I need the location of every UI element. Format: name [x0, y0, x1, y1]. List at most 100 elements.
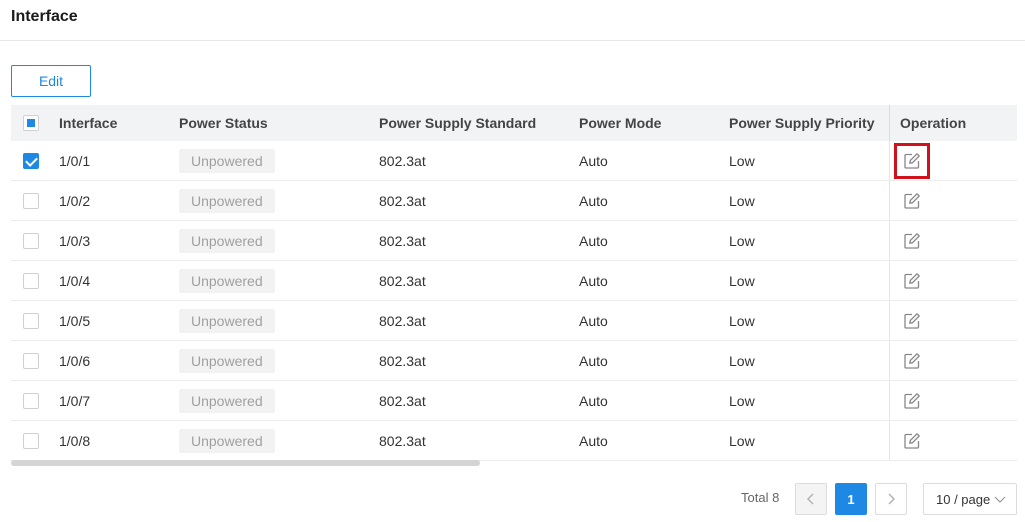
status-badge: Unpowered [179, 188, 275, 213]
row-select-cell [23, 301, 41, 340]
power-mode-cell: Auto [579, 192, 608, 209]
power-supply-priority-cell: Low [729, 272, 755, 289]
interface-cell: 1/0/7 [59, 392, 91, 409]
edit-icon[interactable] [900, 389, 924, 413]
power-mode-cell: Auto [579, 232, 608, 249]
row-checkbox[interactable] [23, 392, 39, 409]
horizontal-scrollbar[interactable] [11, 460, 1017, 466]
table-row[interactable]: 1/0/4 Unpowered 802.3at Auto Low [11, 261, 1017, 301]
power-mode-cell: Auto [579, 312, 608, 329]
power-status-cell: Unpowered [179, 261, 275, 300]
power-status-cell: Unpowered [179, 341, 275, 380]
power-supply-priority-cell: Low [729, 232, 755, 249]
power-supply-standard-cell: 802.3at [379, 192, 426, 209]
power-supply-standard-cell: 802.3at [379, 152, 426, 169]
row-select-cell [23, 421, 41, 460]
operation-cell [889, 421, 1017, 460]
power-supply-priority-cell: Low [729, 432, 755, 449]
operation-cell [889, 221, 1017, 260]
interface-cell: 1/0/1 [59, 152, 91, 169]
power-supply-priority-cell: Low [729, 192, 755, 209]
edit-icon[interactable] [900, 269, 924, 293]
status-badge: Unpowered [179, 148, 275, 173]
interface-cell: 1/0/3 [59, 232, 91, 249]
power-supply-priority-cell: Low [729, 152, 755, 169]
table-row[interactable]: 1/0/3 Unpowered 802.3at Auto Low [11, 221, 1017, 261]
column-header-power-supply-standard[interactable]: Power Supply Standard [379, 105, 536, 141]
table-row[interactable]: 1/0/7 Unpowered 802.3at Auto Low [11, 381, 1017, 421]
column-header-interface[interactable]: Interface [59, 105, 117, 141]
row-checkbox[interactable] [23, 152, 39, 169]
status-badge: Unpowered [179, 268, 275, 293]
interface-cell: 1/0/5 [59, 312, 91, 329]
column-header-operation: Operation [889, 105, 1017, 141]
edit-icon[interactable] [894, 142, 930, 179]
power-supply-standard-cell: 802.3at [379, 232, 426, 249]
operation-cell [889, 341, 1017, 380]
power-supply-standard-cell: 802.3at [379, 272, 426, 289]
power-mode-cell: Auto [579, 152, 608, 169]
row-checkbox[interactable] [23, 432, 39, 449]
interface-cell: 1/0/2 [59, 192, 91, 209]
edit-icon[interactable] [900, 429, 924, 453]
edit-icon[interactable] [900, 229, 924, 253]
select-all-cell [23, 105, 41, 141]
power-status-cell: Unpowered [179, 221, 275, 260]
operation-cell [889, 141, 1017, 180]
row-checkbox[interactable] [23, 232, 39, 249]
row-select-cell [23, 181, 41, 220]
status-badge: Unpowered [179, 428, 275, 453]
power-status-cell: Unpowered [179, 421, 275, 460]
operation-cell [889, 381, 1017, 420]
power-status-cell: Unpowered [179, 141, 275, 180]
column-header-power-supply-priority[interactable]: Power Supply Priority [729, 105, 874, 141]
row-checkbox[interactable] [23, 312, 39, 329]
table-row[interactable]: 1/0/6 Unpowered 802.3at Auto Low [11, 341, 1017, 381]
column-header-power-status[interactable]: Power Status [179, 105, 268, 141]
edit-icon[interactable] [900, 189, 924, 213]
page-title: Interface [11, 8, 78, 25]
table-row[interactable]: 1/0/8 Unpowered 802.3at Auto Low [11, 421, 1017, 461]
interface-table: Interface Power Status Power Supply Stan… [11, 105, 1017, 461]
interface-cell: 1/0/4 [59, 272, 91, 289]
total-count: Total 8 [741, 490, 780, 505]
select-all-checkbox[interactable] [23, 115, 39, 131]
scrollbar-thumb[interactable] [11, 460, 480, 466]
row-checkbox[interactable] [23, 352, 39, 369]
interface-cell: 1/0/6 [59, 352, 91, 369]
operation-cell [889, 261, 1017, 300]
edit-button[interactable]: Edit [11, 65, 91, 97]
row-select-cell [23, 381, 41, 420]
chevron-left-icon [807, 493, 814, 505]
row-checkbox[interactable] [23, 272, 39, 289]
row-select-cell [23, 141, 41, 180]
table-body: 1/0/1 Unpowered 802.3at Auto Low 1/0/2 Unpower… [11, 141, 1017, 461]
interface-cell: 1/0/8 [59, 432, 91, 449]
edit-icon[interactable] [900, 349, 924, 373]
page-size-label: 10 / page [936, 491, 991, 507]
power-supply-standard-cell: 802.3at [379, 352, 426, 369]
table-row[interactable]: 1/0/1 Unpowered 802.3at Auto Low [11, 141, 1017, 181]
next-page-button[interactable] [875, 483, 907, 515]
column-header-power-mode[interactable]: Power Mode [579, 105, 661, 141]
power-mode-cell: Auto [579, 352, 608, 369]
power-status-cell: Unpowered [179, 381, 275, 420]
table-row[interactable]: 1/0/5 Unpowered 802.3at Auto Low [11, 301, 1017, 341]
chevron-down-icon [994, 496, 1006, 503]
prev-page-button[interactable] [795, 483, 827, 515]
row-checkbox[interactable] [23, 192, 39, 209]
power-mode-cell: Auto [579, 392, 608, 409]
row-select-cell [23, 221, 41, 260]
table-header: Interface Power Status Power Supply Stan… [11, 105, 1017, 141]
edit-icon[interactable] [900, 309, 924, 333]
page-size-select[interactable]: 10 / page [923, 483, 1017, 515]
table-row[interactable]: 1/0/2 Unpowered 802.3at Auto Low [11, 181, 1017, 221]
status-badge: Unpowered [179, 388, 275, 413]
page-number-button[interactable]: 1 [835, 483, 867, 515]
status-badge: Unpowered [179, 228, 275, 253]
power-status-cell: Unpowered [179, 181, 275, 220]
status-badge: Unpowered [179, 348, 275, 373]
power-supply-priority-cell: Low [729, 312, 755, 329]
pagination: Total 8 1 10 / page [0, 483, 1025, 515]
power-status-cell: Unpowered [179, 301, 275, 340]
